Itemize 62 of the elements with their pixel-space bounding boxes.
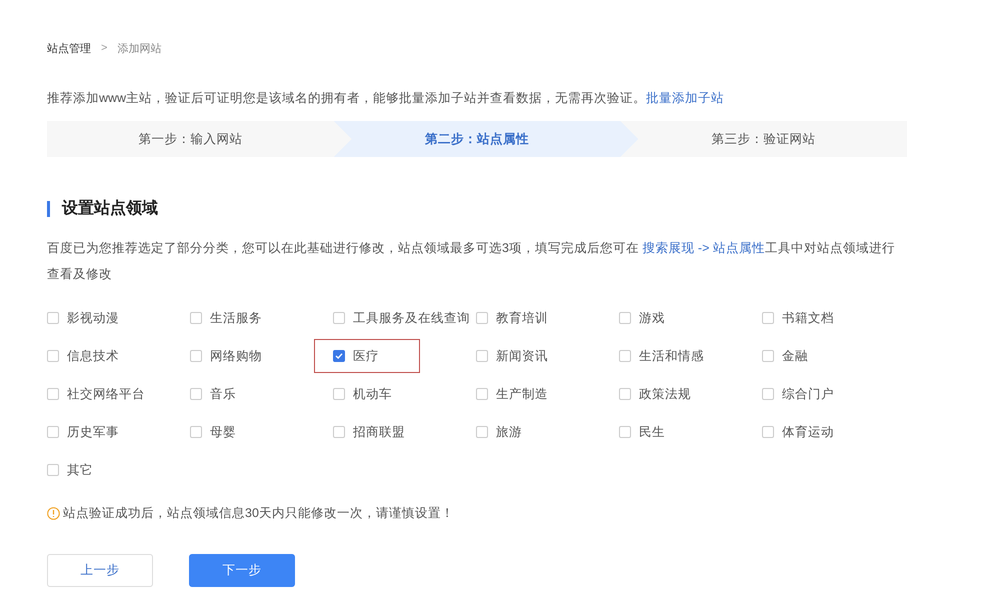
checkbox[interactable] [333, 350, 345, 362]
checkbox[interactable] [619, 312, 631, 324]
checkbox-option[interactable]: 母婴 [189, 415, 243, 449]
checkbox-option[interactable]: 新闻资讯 [475, 339, 555, 373]
checkbox[interactable] [476, 312, 488, 324]
checkbox[interactable] [47, 312, 59, 324]
checkbox[interactable] [333, 426, 345, 438]
checkbox[interactable] [47, 426, 59, 438]
checkbox-option[interactable]: 历史军事 [46, 415, 126, 449]
checkbox[interactable] [333, 388, 345, 400]
highlighted-checkbox-option[interactable]: 医疗 [314, 339, 420, 373]
checkbox-option[interactable]: 其它 [46, 453, 100, 487]
description-text: 百度已为您推荐选定了部分分类，您可以在此基础进行修改，站点领域最多可选3项，填写完成后您可在 搜索展现 -> 站点属性工具中对站点领域进行查看及修改 [47, 240, 896, 283]
checkbox-option[interactable]: 社交网络平台 [46, 377, 152, 411]
checkbox[interactable] [190, 388, 202, 400]
checkbox[interactable] [476, 426, 488, 438]
checkbox[interactable] [190, 350, 202, 362]
checkbox-option[interactable]: 招商联盟 [332, 415, 412, 449]
checkbox[interactable] [47, 350, 59, 362]
checkbox-option[interactable]: 体育运动 [761, 415, 841, 449]
checkbox-option[interactable]: 金融 [761, 339, 815, 373]
checkbox-option[interactable]: 书籍文档 [761, 301, 841, 335]
checkbox-option[interactable]: 网络购物 [189, 339, 269, 373]
section-title: 设置站点领域 [47, 201, 907, 217]
checkbox[interactable] [762, 388, 774, 400]
site-attribute-link[interactable]: 搜索展现 -> 站点属性 [642, 241, 765, 255]
checkbox-option[interactable]: 旅游 [475, 415, 529, 449]
checkbox-option[interactable]: 工具服务及在线查询 [332, 301, 477, 335]
warning-icon [47, 507, 60, 520]
breadcrumb-item: 添加网站 [117, 42, 162, 56]
checkbox[interactable] [190, 426, 202, 438]
next-step-button[interactable]: 下一步 [189, 554, 295, 587]
checkbox[interactable] [476, 388, 488, 400]
checkbox[interactable] [190, 312, 202, 324]
checkbox-option[interactable]: 政策法规 [618, 377, 698, 411]
checkbox-option[interactable]: 生活服务 [189, 301, 269, 335]
checkbox[interactable] [619, 426, 631, 438]
checkbox-option[interactable]: 游戏 [618, 301, 672, 335]
checkbox[interactable] [762, 312, 774, 324]
checkbox-option[interactable]: 综合门户 [761, 377, 841, 411]
checkbox-option[interactable]: 生产制造 [475, 377, 555, 411]
checkbox-option[interactable]: 教育培训 [475, 301, 555, 335]
checkbox[interactable] [619, 388, 631, 400]
breadcrumb-separator: > [101, 42, 108, 54]
checkbox[interactable] [762, 426, 774, 438]
intro-text: 推荐添加www主站，验证后可证明您是该域名的拥有者，能够批量添加子站并查看数据，无需再次验证。批量添加子站 [47, 90, 726, 107]
checkbox[interactable] [47, 388, 59, 400]
checkbox-option[interactable]: 音乐 [189, 377, 243, 411]
previous-step-button[interactable]: 上一步 [47, 554, 153, 587]
checkbox-option[interactable]: 生活和情感 [618, 339, 711, 373]
checkbox[interactable] [476, 350, 488, 362]
checkbox-option[interactable]: 信息技术 [46, 339, 126, 373]
checkbox[interactable] [619, 350, 631, 362]
warning-text: 站点验证成功后，站点领域信息30天内只能修改一次，请谨慎设置！ [63, 505, 454, 522]
batch-add-link[interactable]: 批量添加子站 [646, 91, 724, 105]
checkbox-option[interactable]: 民生 [618, 415, 672, 449]
checkbox[interactable] [47, 464, 59, 476]
checkbox-option[interactable]: 机动车 [332, 377, 399, 411]
checkbox[interactable] [333, 312, 345, 324]
checkbox[interactable] [762, 350, 774, 362]
checkbox-option[interactable]: 影视动漫 [46, 301, 126, 335]
breadcrumb-item[interactable]: 站点管理 [47, 40, 91, 56]
